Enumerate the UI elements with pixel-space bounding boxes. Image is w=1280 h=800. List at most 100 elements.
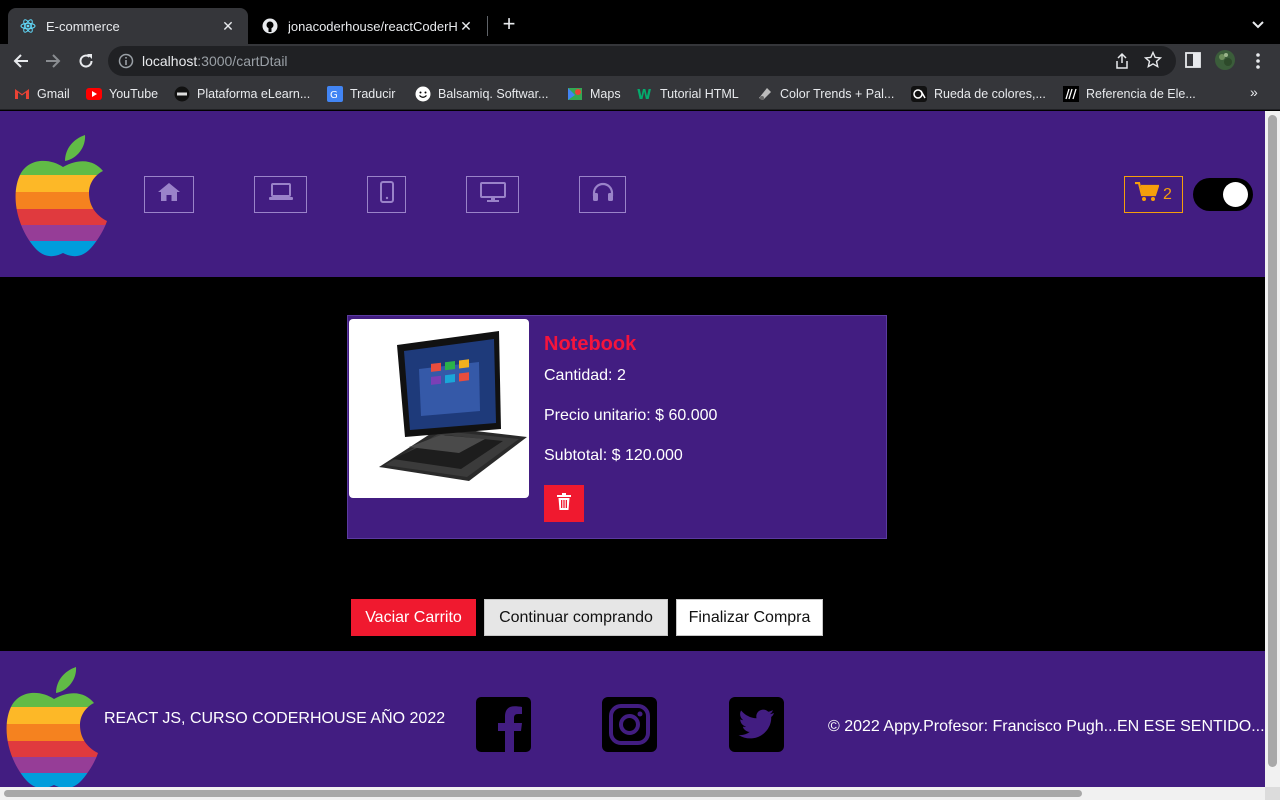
bookmark-coder[interactable]: Plataforma eLearn... [174,85,310,103]
bookmarks-bar: Gmail YouTube Plataforma eLearn... G Tra… [0,78,1280,110]
cart-widget-button[interactable]: 2 [1124,176,1183,213]
product-name: Notebook [544,333,637,355]
phone-icon [379,181,394,208]
trash-icon [557,492,571,515]
profile-avatar-icon[interactable] [1214,49,1236,76]
vertical-scroll-thumb[interactable] [1268,115,1277,767]
bookmark-w3[interactable]: W Tutorial HTML [637,85,739,103]
shopping-cart-icon [1135,181,1160,207]
instagram-icon[interactable] [602,697,657,752]
laptop-icon [268,183,294,206]
bookmark-color-wheel[interactable]: Rueda de colores,... [911,85,1046,103]
address-bar[interactable]: localhost:3000/cartDtail [108,46,1176,76]
svg-text:W: W [637,88,651,102]
tab-title: E-commerce [46,18,120,34]
forward-icon[interactable] [40,48,66,74]
footer-course-text: REACT JS, CURSO CODERHOUSE AÑO 2022 [104,710,446,727]
nav-phones-button[interactable] [367,176,406,213]
bookmark-label: Gmail [37,87,70,101]
home-icon [157,182,181,207]
url-text: localhost:3000/cartDtail [142,53,288,69]
nav-laptops-button[interactable] [254,176,307,213]
nav-headphones-button[interactable] [579,176,626,213]
bookmark-label: Tutorial HTML [660,87,739,101]
bookmark-balsamiq[interactable]: Balsamiq. Softwar... [415,85,548,103]
headphones-icon [592,182,614,207]
svg-text:G: G [330,90,338,101]
cart-count: 2 [1163,185,1172,203]
horizontal-scrollbar[interactable] [0,787,1265,800]
close-tab-icon[interactable]: ✕ [220,18,236,35]
translate-icon: G [327,86,343,102]
clear-cart-button[interactable]: Vaciar Carrito [351,599,476,636]
bookmark-color-trends[interactable]: Color Trends + Pal... [757,85,894,103]
horizontal-scroll-thumb[interactable] [4,790,1082,797]
bookmark-label: Maps [590,87,621,101]
bookmark-youtube[interactable]: YouTube [86,85,158,103]
share-icon[interactable] [1114,52,1130,75]
facebook-icon[interactable] [476,697,531,752]
delete-item-button[interactable] [544,485,584,522]
theme-toggle[interactable] [1193,178,1253,211]
github-icon [262,18,278,34]
continue-shopping-button[interactable]: Continuar comprando [484,599,668,636]
finish-purchase-button[interactable]: Finalizar Compra [676,599,823,636]
bookmark-translate[interactable]: G Traducir [327,85,395,103]
bookmark-gmail[interactable]: Gmail [14,85,70,103]
bookmark-label: Referencia de Ele... [1086,87,1196,101]
back-icon[interactable] [8,48,34,74]
palette-icon [757,86,773,102]
tab-bar: E-commerce ✕ jonacoderhouse/reactCoderHo… [0,0,1280,44]
tab-search-icon[interactable] [1248,14,1268,34]
site-footer: REACT JS, CURSO CODERHOUSE AÑO 2022 © 20… [0,651,1265,787]
tab-divider [487,16,488,36]
tab-github[interactable]: jonacoderhouse/reactCoderHo ✕ [250,8,486,44]
site-info-icon[interactable] [118,53,134,69]
side-panel-icon[interactable] [1185,52,1201,73]
bookmark-label: Traducir [350,87,396,101]
balsamiq-icon [415,86,431,102]
bookmark-maps[interactable]: Maps [567,85,621,103]
color-wheel-icon [911,86,927,102]
browser-toolbar: localhost:3000/cartDtail [0,44,1280,78]
cart-item-card: Notebook Cantidad: 2 Precio unitario: $ … [347,315,887,539]
scrollbar-corner [1265,787,1280,800]
maps-icon [567,86,583,102]
new-tab-icon[interactable]: + [498,13,520,36]
close-tab-icon[interactable]: ✕ [458,18,474,35]
react-icon [20,18,36,34]
w3-icon: W [637,86,653,102]
bookmark-label: Plataforma eLearn... [197,87,311,101]
youtube-icon [86,86,102,102]
url-path: :3000/cartDtail [197,53,288,69]
apple-logo[interactable] [13,135,113,263]
mdn-icon [1063,86,1079,102]
bookmark-label: Balsamiq. Softwar... [438,87,549,101]
coder-icon [174,86,190,102]
nav-home-button[interactable] [144,176,194,213]
browser-menu-icon[interactable] [1252,52,1264,75]
bookmark-mdn[interactable]: Referencia de Ele... [1063,85,1196,103]
tab-ecommerce[interactable]: E-commerce ✕ [8,8,248,44]
tab-title: jonacoderhouse/reactCoderHo [288,18,458,34]
reload-icon[interactable] [73,48,99,74]
bookmark-star-icon[interactable] [1143,50,1163,74]
bookmark-label: Color Trends + Pal... [780,87,895,101]
footer-copyright: © 2022 Appy.Profesor: Francisco Pugh...E… [828,718,1265,735]
product-image [349,319,529,498]
bookmark-label: Rueda de colores,... [934,87,1046,101]
product-quantity: Cantidad: 2 [544,367,626,384]
site-header: 2 [0,111,1265,277]
footer-apple-logo [4,667,104,787]
twitter-icon[interactable] [729,697,784,752]
product-unit-price: Precio unitario: $ 60.000 [544,407,718,424]
monitor-icon [479,182,506,207]
bookmark-label: YouTube [109,87,159,101]
vertical-scrollbar[interactable] [1265,111,1280,800]
page-content: 2 Notebook Cantidad: 2 Precio unitario: … [0,111,1265,787]
more-bookmarks-button[interactable]: » [1250,84,1258,100]
url-host: localhost [142,53,198,69]
product-subtotal: Subtotal: $ 120.000 [544,447,683,464]
nav-monitors-button[interactable] [466,176,519,213]
toggle-knob [1223,182,1248,207]
